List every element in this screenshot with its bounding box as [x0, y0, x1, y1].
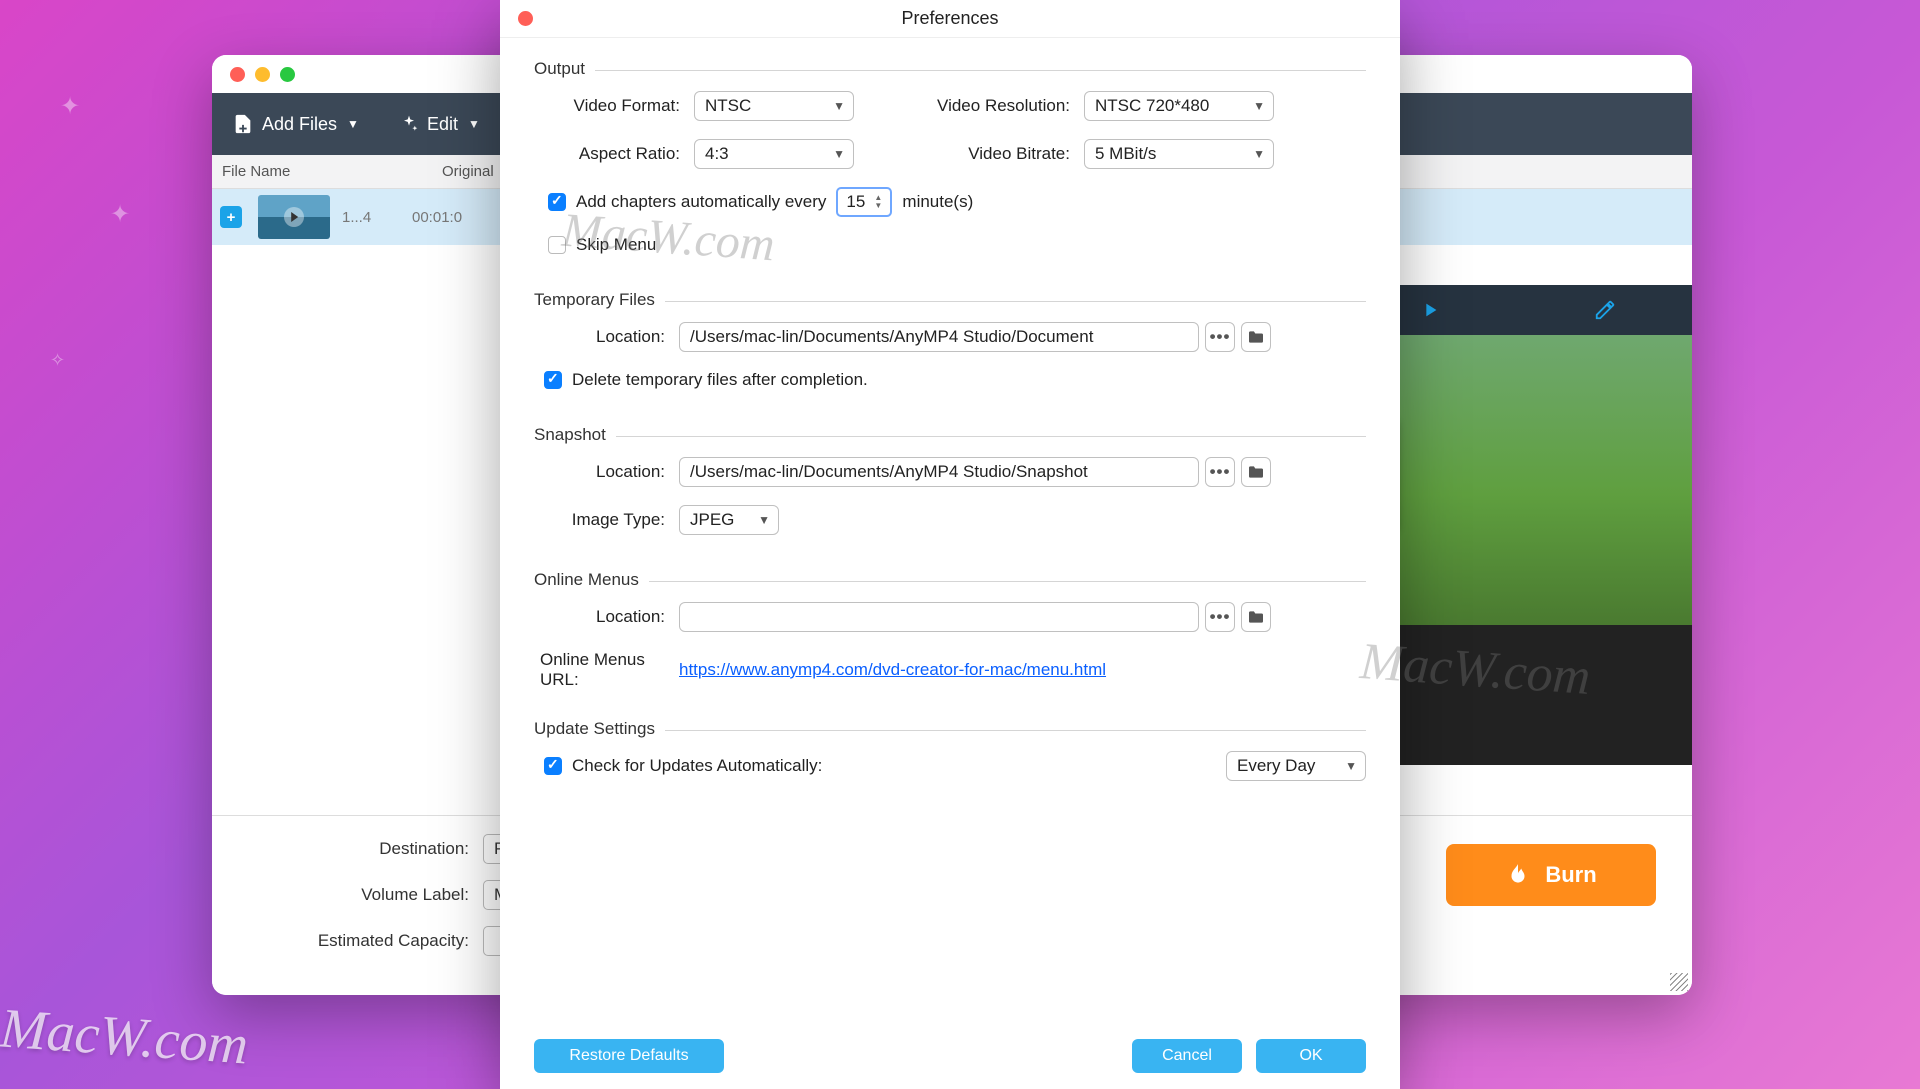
- play-icon: [291, 212, 298, 222]
- online-menus-section: Online Menus Location: ••• Online Menus …: [534, 581, 1366, 690]
- temp-location-input[interactable]: /Users/mac-lin/Documents/AnyMP4 Studio/D…: [679, 322, 1199, 352]
- online-open-folder-button[interactable]: [1241, 602, 1271, 632]
- delete-temp-checkbox[interactable]: [544, 371, 562, 389]
- col-file-name: File Name: [222, 163, 442, 180]
- update-frequency-select[interactable]: Every Day▼: [1226, 751, 1366, 781]
- chevron-down-icon: ▼: [1253, 147, 1265, 161]
- cancel-button[interactable]: Cancel: [1132, 1039, 1242, 1073]
- ellipsis-icon: •••: [1210, 607, 1231, 627]
- chevron-down-icon: ▼: [833, 99, 845, 113]
- folder-icon: [1247, 330, 1265, 344]
- preferences-dialog: Preferences Output Video Format: NTSC▼ V…: [500, 0, 1400, 1089]
- burn-label: Burn: [1545, 862, 1596, 888]
- video-format-label: Video Format:: [534, 96, 694, 116]
- snapshot-open-folder-button[interactable]: [1241, 457, 1271, 487]
- prefs-footer: Restore Defaults Cancel OK: [500, 1027, 1400, 1089]
- add-chapters-checkbox[interactable]: [548, 193, 566, 211]
- col-original: Original: [442, 163, 494, 180]
- flame-icon: [1505, 862, 1531, 888]
- snapshot-legend: Snapshot: [534, 425, 616, 445]
- aspect-ratio-label: Aspect Ratio:: [534, 144, 694, 164]
- output-legend: Output: [534, 59, 595, 79]
- video-thumbnail[interactable]: [258, 195, 330, 239]
- folder-icon: [1247, 610, 1265, 624]
- add-files-label: Add Files: [262, 114, 337, 135]
- destination-label: Destination:: [238, 839, 483, 859]
- minimize-icon[interactable]: [255, 67, 270, 82]
- video-bitrate-label: Video Bitrate:: [854, 144, 1084, 164]
- file-duration: 00:01:0: [412, 209, 462, 226]
- resize-grip-icon[interactable]: [1670, 973, 1688, 991]
- online-menus-url-link[interactable]: https://www.anymp4.com/dvd-creator-for-m…: [679, 660, 1106, 680]
- chevron-down-icon: ▼: [347, 117, 359, 131]
- online-location-label: Location:: [534, 607, 679, 627]
- online-browse-button[interactable]: •••: [1205, 602, 1235, 632]
- file-name-text: 1...4: [342, 209, 412, 226]
- video-bitrate-select[interactable]: 5 MBit/s▼: [1084, 139, 1274, 169]
- image-type-label: Image Type:: [534, 510, 679, 530]
- temp-files-section: Temporary Files Location: /Users/mac-lin…: [534, 301, 1366, 390]
- video-resolution-select[interactable]: NTSC 720*480▼: [1084, 91, 1274, 121]
- traffic-lights: [230, 67, 295, 82]
- output-section: Output Video Format: NTSC▼ Video Resolut…: [534, 70, 1366, 255]
- chapters-interval-stepper[interactable]: 15 ▲▼: [836, 187, 892, 217]
- add-files-button[interactable]: Add Files ▼: [232, 113, 359, 135]
- video-format-select[interactable]: NTSC▼: [694, 91, 854, 121]
- close-icon[interactable]: [518, 11, 533, 26]
- snapshot-section: Snapshot Location: /Users/mac-lin/Docume…: [534, 436, 1366, 535]
- temp-browse-button[interactable]: •••: [1205, 322, 1235, 352]
- zoom-icon[interactable]: [280, 67, 295, 82]
- add-file-icon: [232, 113, 254, 135]
- chevron-down-icon: ▼: [833, 147, 845, 161]
- chevron-down-icon: ▼: [758, 513, 770, 527]
- prefs-body: Output Video Format: NTSC▼ Video Resolut…: [500, 38, 1400, 1027]
- video-resolution-label: Video Resolution:: [854, 96, 1084, 116]
- prefs-title: Preferences: [901, 8, 998, 29]
- watermark: MacW.com: [0, 996, 250, 1077]
- delete-temp-label: Delete temporary files after completion.: [572, 370, 868, 390]
- edit-button[interactable]: Edit ▼: [399, 114, 480, 135]
- online-url-label: Online Menus URL:: [534, 650, 679, 690]
- chevron-down-icon: ▼: [1253, 99, 1265, 113]
- temp-location-label: Location:: [534, 327, 679, 347]
- snapshot-location-input[interactable]: /Users/mac-lin/Documents/AnyMP4 Studio/S…: [679, 457, 1199, 487]
- add-chapters-label: Add chapters automatically every: [576, 192, 826, 212]
- volume-label-label: Volume Label:: [238, 885, 483, 905]
- snapshot-location-label: Location:: [534, 462, 679, 482]
- online-legend: Online Menus: [534, 570, 649, 590]
- folder-icon: [1247, 465, 1265, 479]
- ok-button[interactable]: OK: [1256, 1039, 1366, 1073]
- chevron-down-icon: ▼: [468, 117, 480, 131]
- edit-label: Edit: [427, 114, 458, 135]
- prefs-title-bar: Preferences: [500, 0, 1400, 38]
- ellipsis-icon: •••: [1210, 462, 1231, 482]
- add-file-badge-icon[interactable]: +: [220, 206, 242, 228]
- temp-legend: Temporary Files: [534, 290, 665, 310]
- skip-menu-label: Skip Menu: [576, 235, 656, 255]
- restore-defaults-button[interactable]: Restore Defaults: [534, 1039, 724, 1073]
- minutes-suffix: minute(s): [902, 192, 973, 212]
- ellipsis-icon: •••: [1210, 327, 1231, 347]
- burn-button[interactable]: Burn: [1446, 844, 1656, 906]
- sparkle-icon: [399, 114, 419, 134]
- image-type-select[interactable]: JPEG▼: [679, 505, 779, 535]
- update-legend: Update Settings: [534, 719, 665, 739]
- online-location-input[interactable]: [679, 602, 1199, 632]
- update-section: Update Settings Check for Updates Automa…: [534, 730, 1366, 781]
- est-capacity-label: Estimated Capacity:: [238, 931, 483, 951]
- check-updates-checkbox[interactable]: [544, 757, 562, 775]
- check-updates-label: Check for Updates Automatically:: [572, 756, 822, 776]
- skip-menu-checkbox[interactable]: [548, 236, 566, 254]
- stepper-arrows-icon[interactable]: ▲▼: [874, 190, 888, 214]
- aspect-ratio-select[interactable]: 4:3▼: [694, 139, 854, 169]
- snapshot-browse-button[interactable]: •••: [1205, 457, 1235, 487]
- preview-edit-icon[interactable]: [1594, 299, 1616, 321]
- preview-play-icon[interactable]: [1419, 299, 1441, 321]
- chevron-down-icon: ▼: [1345, 759, 1357, 773]
- temp-open-folder-button[interactable]: [1241, 322, 1271, 352]
- close-icon[interactable]: [230, 67, 245, 82]
